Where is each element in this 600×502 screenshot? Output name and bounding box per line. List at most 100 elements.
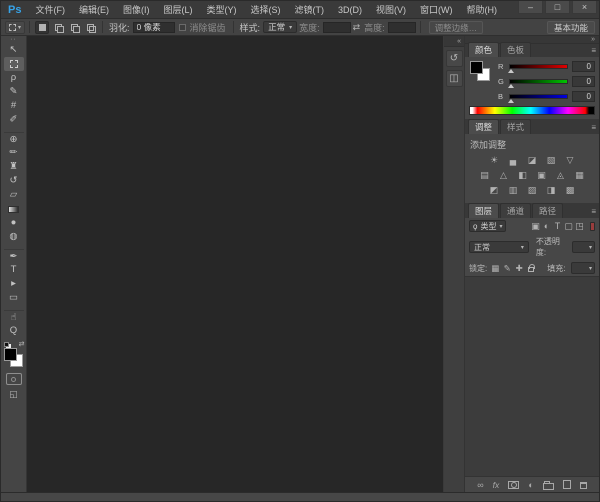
- gradient-map-icon[interactable]: ◨: [543, 184, 559, 196]
- lasso-tool[interactable]: ρ: [4, 71, 24, 85]
- tab-channels[interactable]: 通道: [500, 203, 531, 218]
- color-balance-icon[interactable]: △: [496, 169, 512, 181]
- zoom-tool[interactable]: Q: [4, 324, 24, 338]
- panel-menu-icon[interactable]: ≡: [591, 46, 596, 55]
- tab-swatches[interactable]: 色板: [500, 42, 531, 57]
- eraser-tool[interactable]: ▱: [4, 188, 24, 202]
- filter-type-icon[interactable]: T: [552, 221, 563, 232]
- panel-menu-icon[interactable]: ≡: [591, 207, 596, 216]
- rectangle-tool[interactable]: ▭: [4, 291, 24, 305]
- screen-mode-button[interactable]: ◱: [9, 389, 18, 400]
- maximize-button[interactable]: □: [545, 1, 570, 14]
- minimize-button[interactable]: –: [518, 1, 543, 14]
- selective-color-icon[interactable]: ▩: [562, 184, 578, 196]
- menu-type[interactable]: 类型(Y): [199, 1, 243, 18]
- threshold-icon[interactable]: ▨: [524, 184, 540, 196]
- menu-3d[interactable]: 3D(D): [331, 1, 369, 18]
- spot-healing-brush-tool[interactable]: ⊕: [4, 132, 24, 146]
- menu-window[interactable]: 窗口(W): [413, 1, 460, 18]
- clone-stamp-tool[interactable]: ♜: [4, 160, 24, 174]
- vibrance-icon[interactable]: ▽: [562, 154, 578, 166]
- properties-panel-icon[interactable]: ◫: [446, 70, 463, 87]
- black-white-icon[interactable]: ◧: [515, 169, 531, 181]
- menu-edit[interactable]: 编辑(E): [72, 1, 116, 18]
- menu-file[interactable]: 文件(F): [28, 1, 72, 18]
- brush-tool[interactable]: ✏: [4, 146, 24, 160]
- workspace-switcher-button[interactable]: 基本功能: [547, 21, 595, 34]
- tab-styles[interactable]: 样式: [500, 119, 531, 134]
- invert-icon[interactable]: ◩: [486, 184, 502, 196]
- new-selection-mode[interactable]: [35, 21, 49, 34]
- blue-slider[interactable]: [509, 94, 568, 99]
- color-lookup-icon[interactable]: ▦: [572, 169, 588, 181]
- gradient-tool[interactable]: [4, 202, 24, 216]
- tab-paths[interactable]: 路径: [532, 203, 563, 218]
- antialias-checkbox[interactable]: [179, 24, 186, 31]
- expand-dock-button[interactable]: «: [444, 36, 464, 47]
- exposure-icon[interactable]: ▧: [543, 154, 559, 166]
- link-layers-icon[interactable]: ∞: [477, 479, 483, 491]
- new-group-icon[interactable]: [543, 479, 554, 491]
- pen-tool[interactable]: ✒: [4, 249, 24, 263]
- filter-shape-icon[interactable]: ▢: [563, 221, 574, 232]
- curves-icon[interactable]: ◪: [524, 154, 540, 166]
- delete-layer-icon[interactable]: [580, 479, 587, 491]
- fill-field[interactable]: ▾: [571, 262, 595, 274]
- blend-mode-select[interactable]: 正常 ▾: [469, 241, 529, 253]
- filter-kind-select[interactable]: ϙ 类型 ▾: [469, 220, 506, 232]
- close-button[interactable]: ×: [572, 1, 597, 14]
- quick-selection-tool[interactable]: ✎: [4, 85, 24, 99]
- type-tool[interactable]: T: [4, 263, 24, 277]
- blue-value-field[interactable]: 0: [572, 91, 595, 102]
- green-value-field[interactable]: 0: [572, 76, 595, 87]
- channel-mixer-icon[interactable]: ◬: [553, 169, 569, 181]
- feather-input[interactable]: [133, 22, 175, 33]
- subtract-selection-mode[interactable]: [67, 21, 81, 34]
- history-brush-tool[interactable]: ↺: [4, 174, 24, 188]
- foreground-color-swatch[interactable]: [4, 348, 17, 361]
- menu-help[interactable]: 帮助(H): [459, 1, 504, 18]
- photo-filter-icon[interactable]: ▣: [534, 169, 550, 181]
- style-select[interactable]: 正常 ▾: [263, 21, 297, 33]
- opacity-field[interactable]: ▾: [572, 241, 595, 253]
- lock-paint-icon[interactable]: ✎: [502, 263, 512, 274]
- rectangular-marquee-tool[interactable]: [4, 57, 24, 71]
- filter-image-icon[interactable]: ▣: [530, 221, 541, 232]
- lock-position-icon[interactable]: ✚: [514, 263, 524, 274]
- levels-icon[interactable]: ▄: [505, 154, 521, 166]
- foreground-color-swatch[interactable]: [470, 61, 483, 74]
- filter-smart-object-icon[interactable]: ◳: [574, 221, 585, 232]
- hue-saturation-icon[interactable]: ▤: [477, 169, 493, 181]
- swap-dimensions-icon[interactable]: ⇄: [353, 22, 361, 33]
- new-layer-icon[interactable]: [563, 479, 571, 491]
- add-selection-mode[interactable]: [51, 21, 65, 34]
- panel-menu-icon[interactable]: ≡: [591, 123, 596, 132]
- lock-all-icon[interactable]: [526, 263, 536, 274]
- path-selection-tool[interactable]: ▸: [4, 277, 24, 291]
- green-slider[interactable]: [509, 79, 568, 84]
- menu-layer[interactable]: 图层(L): [156, 1, 199, 18]
- tool-preset-button[interactable]: ▾: [5, 21, 25, 34]
- filter-adjustment-icon[interactable]: ◐: [541, 221, 552, 232]
- tab-color[interactable]: 颜色: [468, 42, 499, 57]
- menu-view[interactable]: 视图(V): [369, 1, 413, 18]
- add-mask-icon[interactable]: [508, 479, 519, 491]
- filter-toggle-switch[interactable]: [590, 222, 595, 231]
- hand-tool[interactable]: ☝: [4, 310, 24, 324]
- layer-style-icon[interactable]: fx: [493, 479, 500, 491]
- menu-image[interactable]: 图像(I): [116, 1, 157, 18]
- intersect-selection-mode[interactable]: [83, 21, 97, 34]
- lock-transparency-icon[interactable]: ▦: [490, 263, 500, 274]
- color-spectrum-bar[interactable]: [469, 106, 595, 115]
- swap-colors-icon[interactable]: ⇄: [19, 340, 25, 348]
- default-colors-icon[interactable]: [4, 342, 9, 347]
- tab-layers[interactable]: 图层: [468, 203, 499, 218]
- canvas-area[interactable]: [27, 36, 444, 492]
- menu-filter[interactable]: 滤镜(T): [287, 1, 331, 18]
- layer-list[interactable]: [465, 276, 599, 477]
- history-panel-icon[interactable]: ↺: [446, 50, 463, 67]
- menu-select[interactable]: 选择(S): [243, 1, 287, 18]
- crop-tool[interactable]: #: [4, 99, 24, 113]
- width-input[interactable]: [323, 22, 351, 33]
- height-input[interactable]: [388, 22, 416, 33]
